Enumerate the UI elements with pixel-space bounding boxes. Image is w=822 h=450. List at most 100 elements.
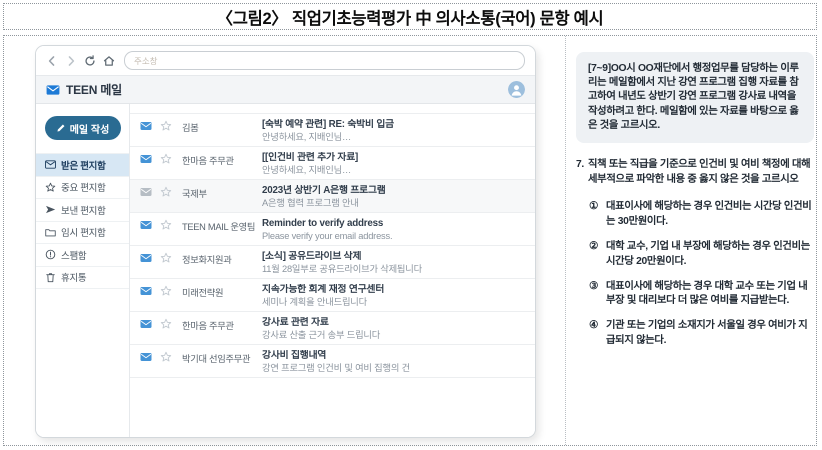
star-icon[interactable] <box>160 186 172 198</box>
sidebar-item-임시 편지함[interactable]: 임시 편지함 <box>36 222 129 244</box>
mail-header: TEEN 메일 <box>36 76 535 104</box>
sidebar-item-label: 임시 편지함 <box>61 228 106 240</box>
option-text: 기관 또는 기업의 소재지가 서울일 경우 여비가 지급되지 않는다. <box>606 320 808 347</box>
inbox-icon <box>45 159 56 170</box>
option-item[interactable]: ① 대표이사에 해당하는 경우 인건비는 시간당 인건비는 30만원이다. <box>589 200 814 230</box>
email-row[interactable]: 국제부 2023년 상반기 A은행 프로그램 A은행 협력 프로그램 안내 <box>130 180 535 213</box>
sidebar-item-보낸 편지함[interactable]: 보낸 편지함 <box>36 199 129 222</box>
email-sender: 한마음 주무관 <box>182 321 234 331</box>
home-icon[interactable] <box>103 55 115 67</box>
figure-page: 〈그림2〉 직업기초능력평가 中 의사소통(국어) 문항 예시 주소창 TEEN… <box>0 0 822 450</box>
option-text: 대표이사에 해당하는 경우 대학 교수 또는 기업 내 부장 및 대리보다 더 … <box>606 280 808 307</box>
email-subject[interactable]: [[인건비 관련 추가 자료] <box>262 152 527 164</box>
star-icon[interactable] <box>160 318 172 330</box>
envelope-icon[interactable] <box>140 352 152 362</box>
figure-title: 〈그림2〉 직업기초능력평가 中 의사소통(국어) 문항 예시 <box>216 9 604 28</box>
email-row[interactable]: TEEN MAIL 운영팀 Reminder to verify address P… <box>130 213 535 246</box>
email-preview: A은행 협력 프로그램 안내 <box>262 198 359 209</box>
email-sender: 국제부 <box>182 189 207 199</box>
options-list: ① 대표이사에 해당하는 경우 인건비는 시간당 인건비는 30만원이다. ② 대학 … <box>576 200 814 349</box>
mail-app-title: TEEN 메일 <box>66 83 123 97</box>
sidebar-item-휴지통[interactable]: 휴지통 <box>36 267 129 289</box>
chevron-right-icon[interactable] <box>65 55 77 67</box>
email-preview: 강연 프로그램 인건비 및 여비 집행의 건 <box>262 363 410 374</box>
email-preview: Please verify your email address. <box>262 231 393 242</box>
star-icon[interactable] <box>160 252 172 264</box>
email-sender: TEEN MAIL 운영팀 <box>182 222 256 232</box>
email-preview: 안녕하세요, 지배인님… <box>262 132 352 143</box>
envelope-icon[interactable] <box>140 154 152 164</box>
email-subject-block: 강사료 관련 자료 강사료 산출 근거 송부 드립니다 <box>262 317 527 343</box>
user-avatar-icon[interactable] <box>508 81 525 98</box>
envelope-icon[interactable] <box>140 121 152 131</box>
sidebar-item-label: 받은 편지함 <box>61 160 106 172</box>
option-item[interactable]: ② 대학 교수, 기업 내 부장에 해당하는 경우 인건비는 시간당 20만원이다… <box>589 240 814 270</box>
star-icon[interactable] <box>160 120 172 132</box>
sidebar-item-label: 중요 편지함 <box>61 183 106 195</box>
envelope-icon[interactable] <box>140 187 152 197</box>
email-subject[interactable]: 2023년 상반기 A은행 프로그램 <box>262 185 527 197</box>
compose-button-label: 메일 작성 <box>69 124 110 136</box>
spam-icon <box>45 249 56 260</box>
email-sender: 김봄 <box>182 123 199 133</box>
email-row[interactable]: 한마음 주무관 강사료 관련 자료 강사료 산출 근거 송부 드립니다 <box>130 312 535 345</box>
email-subject-block: [숙박 예약 관련] RE: 숙박비 입금 안녕하세요, 지배인님… <box>262 119 527 145</box>
sidebar-item-label: 휴지통 <box>61 273 87 285</box>
option-item[interactable]: ④ 기관 또는 기업의 소재지가 서울일 경우 여비가 지급되지 않는다. <box>589 319 814 349</box>
envelope-icon <box>46 84 60 96</box>
email-row[interactable]: 정보화지원과 [소식] 공유드라이브 삭제 11월 28일부로 공유드라이브가 삭제… <box>130 246 535 279</box>
email-subject[interactable]: [숙박 예약 관련] RE: 숙박비 입금 <box>262 119 527 131</box>
envelope-icon[interactable] <box>140 286 152 296</box>
email-preview: 세미나 계획을 안내드립니다 <box>262 297 368 308</box>
option-number: ④ <box>589 320 598 332</box>
sidebar-item-label: 스팸함 <box>61 250 87 262</box>
email-subject[interactable]: 지속가능한 회계 재정 연구센터 <box>262 284 527 296</box>
email-subject[interactable]: [소식] 공유드라이브 삭제 <box>262 251 527 263</box>
email-sender: 정보화지원과 <box>182 255 232 265</box>
question-panel: [7~9]OO시 OO재단에서 행정업무를 담당하는 이루리는 메일함에서 지난… <box>576 52 814 349</box>
mail-sidebar: 메일 작성 받은 편지함중요 편지함보낸 편지함임시 편지함스팸함휴지통 <box>36 104 130 437</box>
envelope-icon[interactable] <box>140 220 152 230</box>
trash-icon <box>45 272 56 283</box>
sidebar-item-받은 편지함[interactable]: 받은 편지함 <box>36 153 129 177</box>
email-row[interactable]: 한마음 주무관 [[인건비 관련 추가 자료] 안녕하세요, 지배인님… <box>130 147 535 180</box>
star-icon[interactable] <box>160 153 172 165</box>
option-number: ③ <box>589 280 598 292</box>
folder-icon <box>45 227 56 238</box>
refresh-icon[interactable] <box>84 54 96 67</box>
star-icon[interactable] <box>160 285 172 297</box>
email-row[interactable]: 미래전략원 지속가능한 회계 재정 연구센터 세미나 계획을 안내드립니다 <box>130 279 535 312</box>
email-subject[interactable]: 강사비 집행내역 <box>262 350 527 362</box>
email-subject[interactable]: 강사료 관련 자료 <box>262 317 527 329</box>
star-icon[interactable] <box>160 219 172 231</box>
pencil-icon <box>56 123 66 133</box>
star-icon[interactable] <box>160 351 172 363</box>
email-row[interactable]: 박기대 선임주무관 강사비 집행내역 강연 프로그램 인건비 및 여비 집행의 건 <box>130 345 535 378</box>
email-row[interactable]: 김봄 [숙박 예약 관련] RE: 숙박비 입금 안녕하세요, 지배인님… <box>130 114 535 147</box>
email-list: 김봄 [숙박 예약 관련] RE: 숙박비 입금 안녕하세요, 지배인님… 한마음 주… <box>130 104 535 437</box>
email-subject-block: [[인건비 관련 추가 자료] 안녕하세요, 지배인님… <box>262 152 527 178</box>
email-preview: 강사료 산출 근거 송부 드립니다 <box>262 330 381 341</box>
address-bar-input[interactable]: 주소창 <box>124 51 525 70</box>
passage-text: [7~9]OO시 OO재단에서 행정업무를 담당하는 이루리는 메일함에서 지난… <box>588 63 799 131</box>
question-7: 7. 직책 또는 직급을 기준으로 인건비 및 여비 책정에 대해 세부적으로 … <box>576 158 814 188</box>
question-text: 직책 또는 직급을 기준으로 인건비 및 여비 책정에 대해 세부적으로 파악한… <box>588 159 811 185</box>
sidebar-item-중요 편지함[interactable]: 중요 편지함 <box>36 177 129 199</box>
email-subject-block: 강사비 집행내역 강연 프로그램 인건비 및 여비 집행의 건 <box>262 350 527 376</box>
email-subject[interactable]: Reminder to verify address <box>262 218 527 230</box>
email-preview: 안녕하세요, 지배인님… <box>262 165 352 176</box>
browser-chrome-bar: 주소창 <box>36 46 535 76</box>
sidebar-item-스팸함[interactable]: 스팸함 <box>36 244 129 267</box>
envelope-icon[interactable] <box>140 319 152 329</box>
email-subject-block: 2023년 상반기 A은행 프로그램 A은행 협력 프로그램 안내 <box>262 185 527 211</box>
email-preview: 11월 28일부로 공유드라이브가 삭제됩니다 <box>262 264 422 275</box>
panel-divider <box>565 36 566 445</box>
compose-button[interactable]: 메일 작성 <box>44 116 121 140</box>
figure-title-box: 〈그림2〉 직업기초능력평가 中 의사소통(국어) 문항 예시 <box>3 3 817 30</box>
option-number: ① <box>589 200 598 212</box>
figure-content-frame: 주소창 TEEN 메일 메일 작성 받은 편지함중요 편지함보낸 편지함임시 편… <box>3 35 817 446</box>
envelope-icon[interactable] <box>140 253 152 263</box>
chevron-left-icon[interactable] <box>46 55 58 67</box>
star-icon <box>45 182 56 193</box>
option-item[interactable]: ③ 대표이사에 해당하는 경우 대학 교수 또는 기업 내 부장 및 대리보다 더… <box>589 280 814 310</box>
